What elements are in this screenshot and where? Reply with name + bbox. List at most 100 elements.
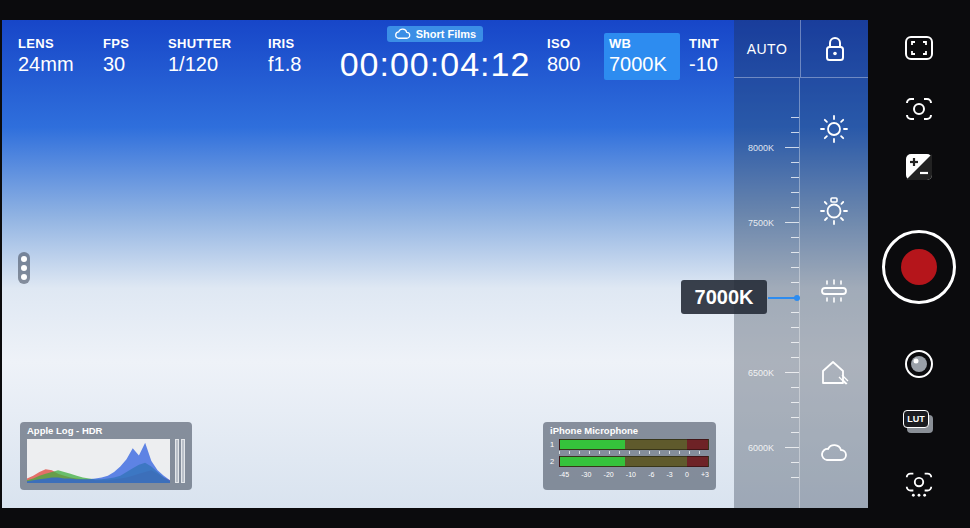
fluorescent-preset[interactable]: [819, 276, 849, 306]
house-shade-icon: [819, 357, 849, 387]
meter-fill: [560, 457, 625, 466]
frame-icon: [903, 32, 935, 64]
setting-value: 24mm: [18, 52, 103, 76]
scale-ticks: [778, 335, 799, 410]
setting-item[interactable]: SHUTTER 1/120: [168, 33, 268, 79]
audio-meter-panel: iPhone Microphone 1 2 -45-30-20-10-6-30+…: [543, 422, 716, 490]
daylight-preset[interactable]: [819, 114, 849, 144]
tungsten-preset[interactable]: [819, 195, 849, 225]
meter-ticks: [559, 451, 709, 454]
scale-label: -3: [667, 470, 673, 479]
frame-guides-button[interactable]: [902, 32, 936, 64]
setting-item[interactable]: LENS 24mm: [18, 33, 103, 79]
settings-left: LENS 24mmFPS 30SHUTTER 1/120IRIS f1.8: [18, 33, 338, 79]
histogram-title: Apple Log - HDR: [27, 425, 185, 437]
setting-label: FPS: [103, 36, 168, 52]
side-handle[interactable]: [18, 252, 30, 284]
setting-label: TINT: [689, 36, 719, 52]
setting-label: SHUTTER: [168, 36, 268, 52]
auto-button[interactable]: AUTO: [734, 20, 801, 77]
scale-row: 7000K: [734, 260, 799, 335]
current-value: 7000K: [681, 280, 767, 314]
top-bar: LENS 24mmFPS 30SHUTTER 1/120IRIS f1.8 Sh…: [18, 33, 734, 82]
scale-label: -30: [581, 470, 591, 479]
timecode-group: Short Films 00:00:04:12: [338, 26, 532, 82]
camera-settings-icon: [903, 467, 935, 499]
project-name: Short Films: [416, 27, 477, 41]
scale-ticks: [778, 410, 799, 485]
channel-name: 1: [550, 439, 556, 450]
scale-row: 6500K: [734, 335, 799, 410]
wb-body: 8000K 7500K 7000K 6500K 6000K: [734, 78, 868, 508]
side-controls: LUT: [868, 0, 970, 528]
settings-right: ISO 800WB 7000KTINT -10: [547, 33, 719, 80]
scale-label: 7500K: [734, 218, 778, 228]
exposure-icon: [903, 151, 935, 183]
scale-label: -6: [648, 470, 654, 479]
setting-item[interactable]: TINT -10: [689, 33, 719, 79]
setting-item[interactable]: WB 7000K: [604, 33, 680, 80]
setting-item[interactable]: ISO 800: [547, 33, 604, 79]
setting-label: WB: [609, 36, 680, 52]
scale-label: 6000K: [734, 443, 778, 453]
scale-label: 0: [685, 470, 689, 479]
wb-scale[interactable]: 8000K 7500K 7000K 6500K 6000K: [734, 78, 800, 508]
camera-preview[interactable]: LENS 24mmFPS 30SHUTTER 1/120IRIS f1.8 Sh…: [2, 20, 868, 508]
histogram-chart: [27, 439, 170, 483]
setting-value: 7000K: [609, 52, 680, 76]
lut-label: LUT: [903, 410, 929, 428]
scale-label: +3: [701, 470, 709, 479]
meter-track: [559, 456, 709, 467]
fluorescent-icon: [819, 276, 849, 306]
shade-preset[interactable]: [819, 357, 849, 387]
wb-header: AUTO: [734, 20, 868, 78]
sun-icon: [819, 114, 849, 144]
record-dot: [901, 249, 937, 285]
pointer-dot: [794, 295, 800, 301]
setting-label: IRIS: [268, 36, 338, 52]
pointer-line: [768, 297, 797, 299]
cloudy-preset[interactable]: [819, 438, 849, 468]
lens-button[interactable]: [902, 348, 936, 380]
setting-value: 1/120: [168, 52, 268, 76]
meter-fill: [560, 440, 625, 449]
scale-label: -45: [559, 470, 569, 479]
setting-value: f1.8: [268, 52, 338, 76]
setting-item[interactable]: IRIS f1.8: [268, 33, 338, 79]
audio-channel: 2: [550, 456, 709, 467]
timecode: 00:00:04:12: [340, 46, 531, 82]
scale-ticks: [778, 185, 799, 260]
lut-button[interactable]: LUT: [902, 406, 936, 438]
setting-value: 800: [547, 52, 604, 76]
audio-channel: 1: [550, 439, 709, 450]
setting-value: -10: [689, 52, 719, 76]
setting-label: LENS: [18, 36, 103, 52]
histogram-series: [27, 443, 170, 483]
scale-label: 8000K: [734, 143, 778, 153]
project-badge[interactable]: Short Films: [387, 26, 484, 42]
histogram-panel: Apple Log - HDR: [20, 422, 192, 490]
side-level-meter: [175, 439, 185, 483]
scale-row: 8000K: [734, 110, 799, 185]
setting-value: 30: [103, 52, 168, 76]
audio-title: iPhone Microphone: [550, 425, 709, 437]
lut-icon: LUT: [903, 410, 935, 434]
lens-icon: [903, 348, 935, 380]
record-button[interactable]: [882, 230, 956, 304]
channel-name: 2: [550, 456, 556, 467]
settings-button[interactable]: [902, 467, 936, 499]
scale-label: -10: [626, 470, 636, 479]
scale-row: 6000K: [734, 410, 799, 485]
white-balance-panel: AUTO 8000K 7500K 7000K 6500K 6000K: [734, 20, 868, 508]
setting-item[interactable]: FPS 30: [103, 33, 168, 79]
scale-label: -20: [604, 470, 614, 479]
lock-icon: [823, 35, 847, 63]
cloud-icon: [819, 438, 849, 468]
audio-scale: -45-30-20-10-6-30+3: [559, 470, 709, 479]
lock-button[interactable]: [801, 20, 868, 77]
camera-app: LENS 24mmFPS 30SHUTTER 1/120IRIS f1.8 Sh…: [0, 0, 970, 528]
focus-button[interactable]: [902, 93, 936, 125]
cloud-icon: [394, 28, 411, 40]
exposure-button[interactable]: [902, 151, 936, 183]
bulb-icon: [819, 195, 849, 225]
